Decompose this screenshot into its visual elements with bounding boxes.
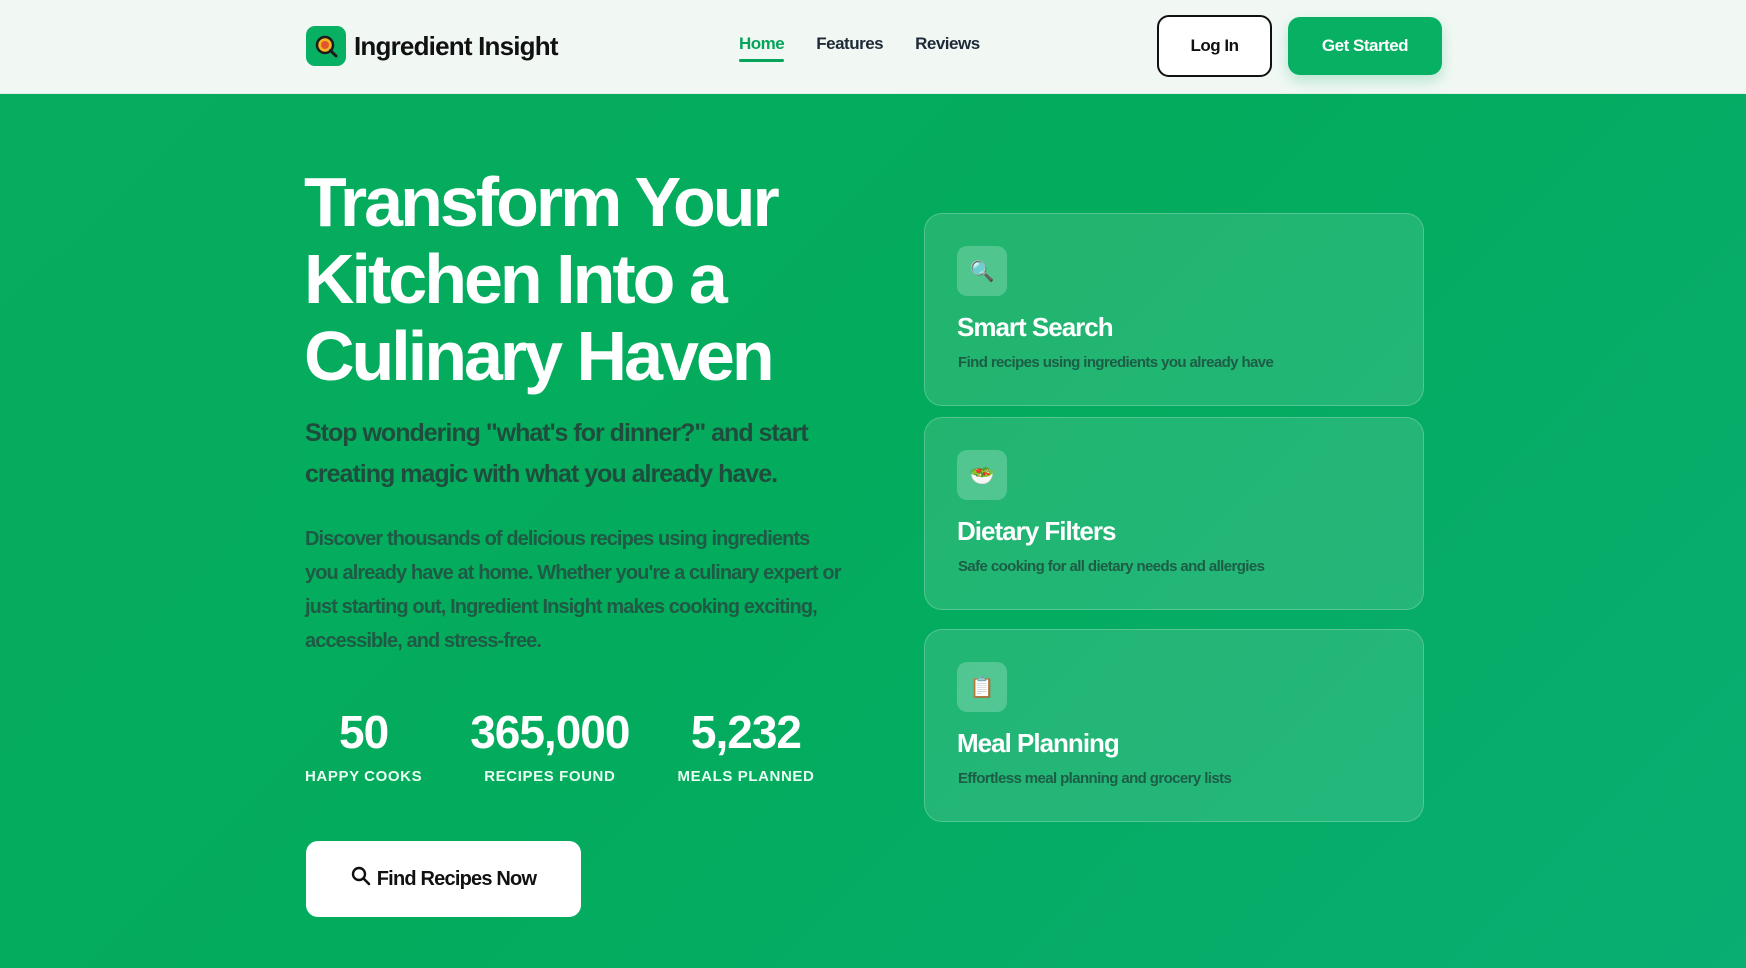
feature-description: Effortless meal planning and grocery lis…	[958, 770, 1232, 787]
main-nav: Home Features Reviews	[739, 34, 980, 62]
feature-title: Smart Search	[957, 312, 1114, 342]
stat-value: 365,000	[470, 706, 630, 758]
feature-description: Find recipes using ingredients you alrea…	[958, 354, 1274, 371]
hero-subtitle: Stop wondering "what's for dinner?" and …	[305, 419, 809, 488]
hero-section: Transform Your Kitchen Into a Culinary H…	[0, 94, 1746, 968]
nav-features[interactable]: Features	[816, 34, 883, 62]
find-recipes-button[interactable]: Find Recipes Now	[306, 841, 581, 917]
find-recipes-label: Find Recipes Now	[376, 867, 537, 890]
magnifying-glass-icon: 🔍	[957, 246, 1007, 296]
feature-description: Safe cooking for all dietary needs and a…	[958, 558, 1265, 575]
search-icon	[351, 866, 371, 892]
stat-value: 50	[339, 706, 389, 758]
nav-home[interactable]: Home	[739, 34, 785, 62]
brand[interactable]: Ingredient Insight	[306, 26, 559, 66]
feature-card-smart-search[interactable]: 🔍 Smart Search Find recipes using ingred…	[924, 213, 1424, 406]
stat-label: HAPPY COOKS	[305, 768, 423, 785]
feature-card-dietary-filters[interactable]: 🥗 Dietary Filters Safe cooking for all d…	[924, 417, 1424, 610]
get-started-button[interactable]: Get Started	[1288, 17, 1442, 75]
salad-icon: 🥗	[957, 450, 1007, 500]
stat-value: 5,232	[690, 706, 802, 758]
hero-description: Discover thousands of delicious recipes …	[305, 528, 842, 652]
feature-title: Dietary Filters	[957, 516, 1116, 546]
stat-happy-cooks: 50 HAPPY COOKS	[305, 706, 422, 785]
stat-label: MEALS PLANNED	[677, 768, 815, 785]
logo-icon	[306, 26, 346, 66]
clipboard-icon: 📋	[957, 662, 1007, 712]
login-button[interactable]: Log In	[1157, 15, 1272, 77]
stat-meals-planned: 5,232 MEALS PLANNED	[677, 706, 814, 785]
feature-title: Meal Planning	[957, 728, 1120, 758]
nav-reviews[interactable]: Reviews	[915, 34, 980, 62]
stat-label: RECIPES FOUND	[484, 768, 616, 785]
feature-card-meal-planning[interactable]: 📋 Meal Planning Effortless meal planning…	[924, 629, 1424, 822]
brand-name: Ingredient Insight	[354, 30, 559, 61]
stats: 50 HAPPY COOKS 365,000 RECIPES FOUND 5,2…	[305, 706, 814, 785]
hero-title: Transform Your Kitchen Into a Culinary H…	[304, 163, 780, 395]
site-header: Ingredient Insight Home Features Reviews…	[0, 0, 1746, 94]
stat-recipes-found: 365,000 RECIPES FOUND	[470, 706, 630, 785]
